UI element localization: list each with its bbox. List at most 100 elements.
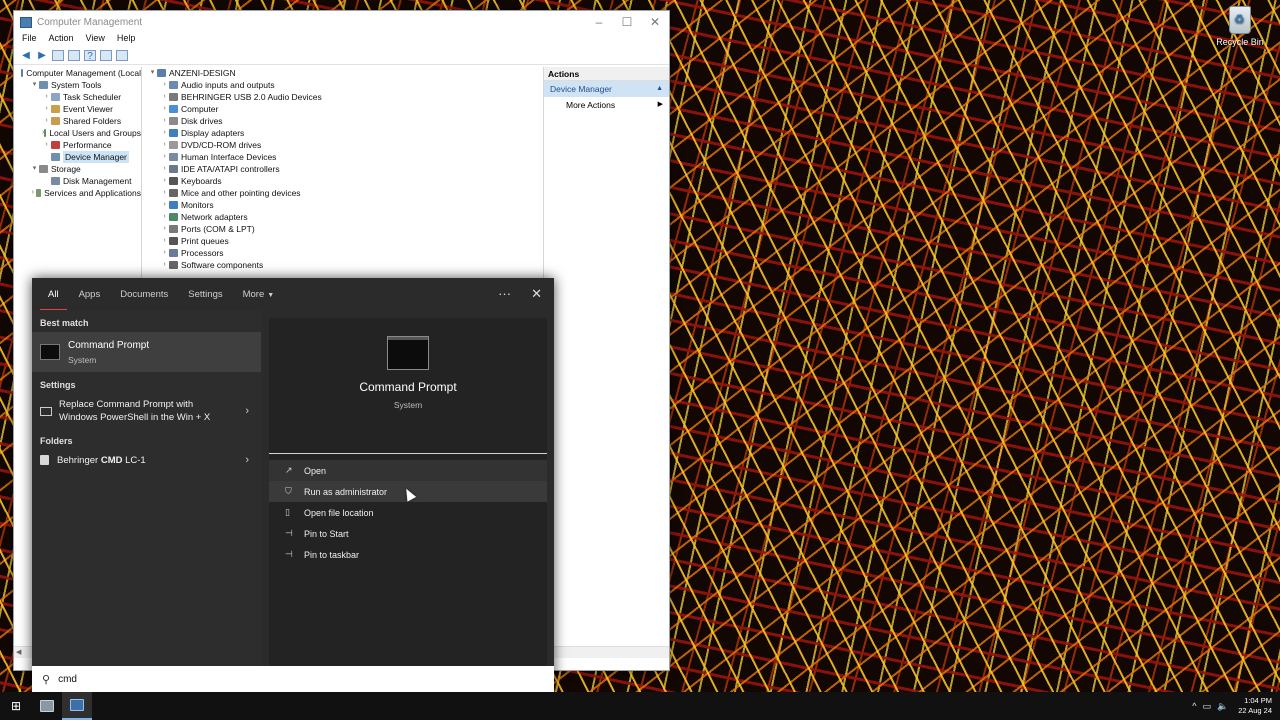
tree-item[interactable]: ▾ System Tools — [14, 79, 141, 91]
action-open[interactable]: ↗ Open — [269, 460, 547, 481]
volume-icon[interactable]: 🔈 — [1217, 701, 1228, 712]
device-category[interactable]: › Computer — [144, 103, 543, 115]
tree-item[interactable]: Disk Management — [14, 175, 141, 187]
device-category[interactable]: › Audio inputs and outputs — [144, 79, 543, 91]
tree-item[interactable]: › Task Scheduler — [14, 91, 141, 103]
tree-expander-icon[interactable]: ▾ — [30, 163, 39, 175]
expand-icon[interactable]: › — [160, 79, 169, 91]
show-hidden-icons-icon[interactable]: ^ — [1192, 701, 1196, 711]
device-category[interactable]: › Print queues — [144, 235, 543, 247]
expand-icon[interactable]: › — [160, 247, 169, 259]
tree-item[interactable]: ▾ Storage — [14, 163, 141, 175]
tree-expander-icon[interactable]: ▾ — [30, 79, 39, 91]
tree-expander-icon[interactable]: › — [42, 139, 51, 151]
close-button[interactable]: ✕ — [641, 15, 669, 29]
expand-icon[interactable]: › — [160, 163, 169, 175]
clock[interactable]: 1:04 PM 22 Aug 24 — [1238, 696, 1272, 716]
action-pin-to-start[interactable]: ⊣ Pin to Start — [269, 523, 547, 544]
tree-expander-icon[interactable]: › — [42, 115, 51, 127]
tree-item[interactable]: Device Manager — [14, 151, 141, 163]
ellipsis-icon[interactable]: ··· — [498, 286, 511, 302]
close-icon[interactable]: ✕ — [531, 286, 542, 302]
device-category[interactable]: › Disk drives — [144, 115, 543, 127]
expand-icon[interactable]: › — [160, 103, 169, 115]
tab-documents[interactable]: Documents — [120, 289, 168, 300]
device-category[interactable]: › Processors — [144, 247, 543, 259]
chevron-right-icon[interactable]: › — [245, 405, 249, 417]
expand-icon[interactable]: › — [160, 187, 169, 199]
menu-view[interactable]: View — [86, 33, 105, 47]
collapse-arrow-icon[interactable]: ▲ — [656, 81, 663, 97]
maximize-button[interactable]: ☐ — [613, 15, 641, 29]
taskbar-computer-management[interactable] — [32, 692, 62, 720]
tab-all[interactable]: All — [40, 289, 66, 311]
tree-item[interactable]: › Event Viewer — [14, 103, 141, 115]
expand-icon[interactable]: › — [160, 223, 169, 235]
action-open-file-location[interactable]: ▯ Open file location — [269, 502, 547, 523]
device-category-icon — [169, 165, 178, 173]
tree-node-icon — [51, 153, 60, 161]
tab-more[interactable]: More ▼ — [243, 289, 275, 300]
device-category[interactable]: › BEHRINGER USB 2.0 Audio Devices — [144, 91, 543, 103]
expand-icon[interactable]: › — [160, 115, 169, 127]
best-match-command-prompt[interactable]: Command Prompt System — [32, 332, 261, 372]
device-category[interactable]: › Ports (COM & LPT) — [144, 223, 543, 235]
tree-item[interactable]: Computer Management (Local — [14, 67, 141, 79]
tab-settings[interactable]: Settings — [188, 289, 222, 300]
search-box[interactable]: ⚲ cmd — [32, 666, 554, 692]
expand-icon[interactable]: › — [160, 151, 169, 163]
device-category[interactable]: › Network adapters — [144, 211, 543, 223]
device-category[interactable]: › Display adapters — [144, 127, 543, 139]
properties-icon[interactable] — [100, 50, 112, 61]
expand-icon[interactable]: › — [160, 259, 169, 271]
network-icon[interactable]: ▭ — [1202, 701, 1211, 712]
tree-item[interactable]: › Services and Applications — [14, 187, 141, 199]
expand-icon[interactable]: › — [160, 199, 169, 211]
window-titlebar[interactable]: Computer Management – ☐ ✕ — [14, 11, 669, 33]
chevron-right-icon[interactable]: › — [245, 454, 249, 466]
device-category[interactable]: › IDE ATA/ATAPI controllers — [144, 163, 543, 175]
expand-icon[interactable]: › — [160, 127, 169, 139]
menu-help[interactable]: Help — [117, 33, 136, 47]
expand-icon[interactable]: › — [160, 211, 169, 223]
minimize-button[interactable]: – — [585, 15, 613, 29]
expand-icon[interactable]: › — [160, 91, 169, 103]
settings-result-replace-cmd[interactable]: Replace Command Prompt with Windows Powe… — [32, 394, 261, 428]
show-hide-tree-icon[interactable] — [68, 50, 80, 61]
action-pin-to-taskbar[interactable]: ⊣ Pin to taskbar — [269, 544, 547, 565]
tree-expander-icon[interactable]: › — [42, 91, 51, 103]
more-actions[interactable]: More Actions ▶ — [544, 97, 669, 113]
tree-node-icon — [35, 189, 42, 197]
tree-item[interactable]: › Shared Folders — [14, 115, 141, 127]
back-icon[interactable]: ◀ — [20, 50, 32, 61]
device-category[interactable]: › DVD/CD-ROM drives — [144, 139, 543, 151]
recycle-bin[interactable]: Recycle Bin — [1214, 4, 1266, 47]
tab-apps[interactable]: Apps — [79, 289, 101, 300]
expand-icon[interactable]: › — [160, 175, 169, 187]
tree-expander-icon[interactable]: › — [42, 103, 51, 115]
actions-device-manager[interactable]: Device Manager ▲ — [544, 81, 669, 97]
menu-action[interactable]: Action — [49, 33, 74, 47]
expand-icon[interactable]: › — [160, 139, 169, 151]
tree-expander-icon[interactable]: › — [30, 187, 36, 199]
help-icon[interactable]: ? — [84, 50, 96, 62]
tree-item[interactable]: › Performance — [14, 139, 141, 151]
device-category[interactable]: › Mice and other pointing devices — [144, 187, 543, 199]
menu-file[interactable]: File — [22, 33, 37, 47]
up-folder-icon[interactable] — [52, 50, 64, 61]
search-input[interactable]: cmd — [58, 674, 77, 685]
monitor-icon[interactable] — [116, 50, 128, 61]
expand-icon[interactable]: › — [160, 235, 169, 247]
device-category[interactable]: › Human Interface Devices — [144, 151, 543, 163]
device-category[interactable]: › Software components — [144, 259, 543, 271]
start-button[interactable]: ⊞ — [0, 692, 32, 720]
tree-item[interactable]: › Local Users and Groups — [14, 127, 141, 139]
collapse-icon[interactable]: ▾ — [148, 67, 157, 79]
device-category-label: Monitors — [181, 200, 214, 210]
device-root[interactable]: ▾ ANZENI-DESIGN — [144, 67, 543, 79]
folder-result-behringer[interactable]: Behringer CMD LC-1 › — [32, 450, 261, 470]
taskbar-device-manager[interactable] — [62, 692, 92, 720]
device-category[interactable]: › Keyboards — [144, 175, 543, 187]
forward-icon[interactable]: ▶ — [36, 50, 48, 61]
device-category[interactable]: › Monitors — [144, 199, 543, 211]
